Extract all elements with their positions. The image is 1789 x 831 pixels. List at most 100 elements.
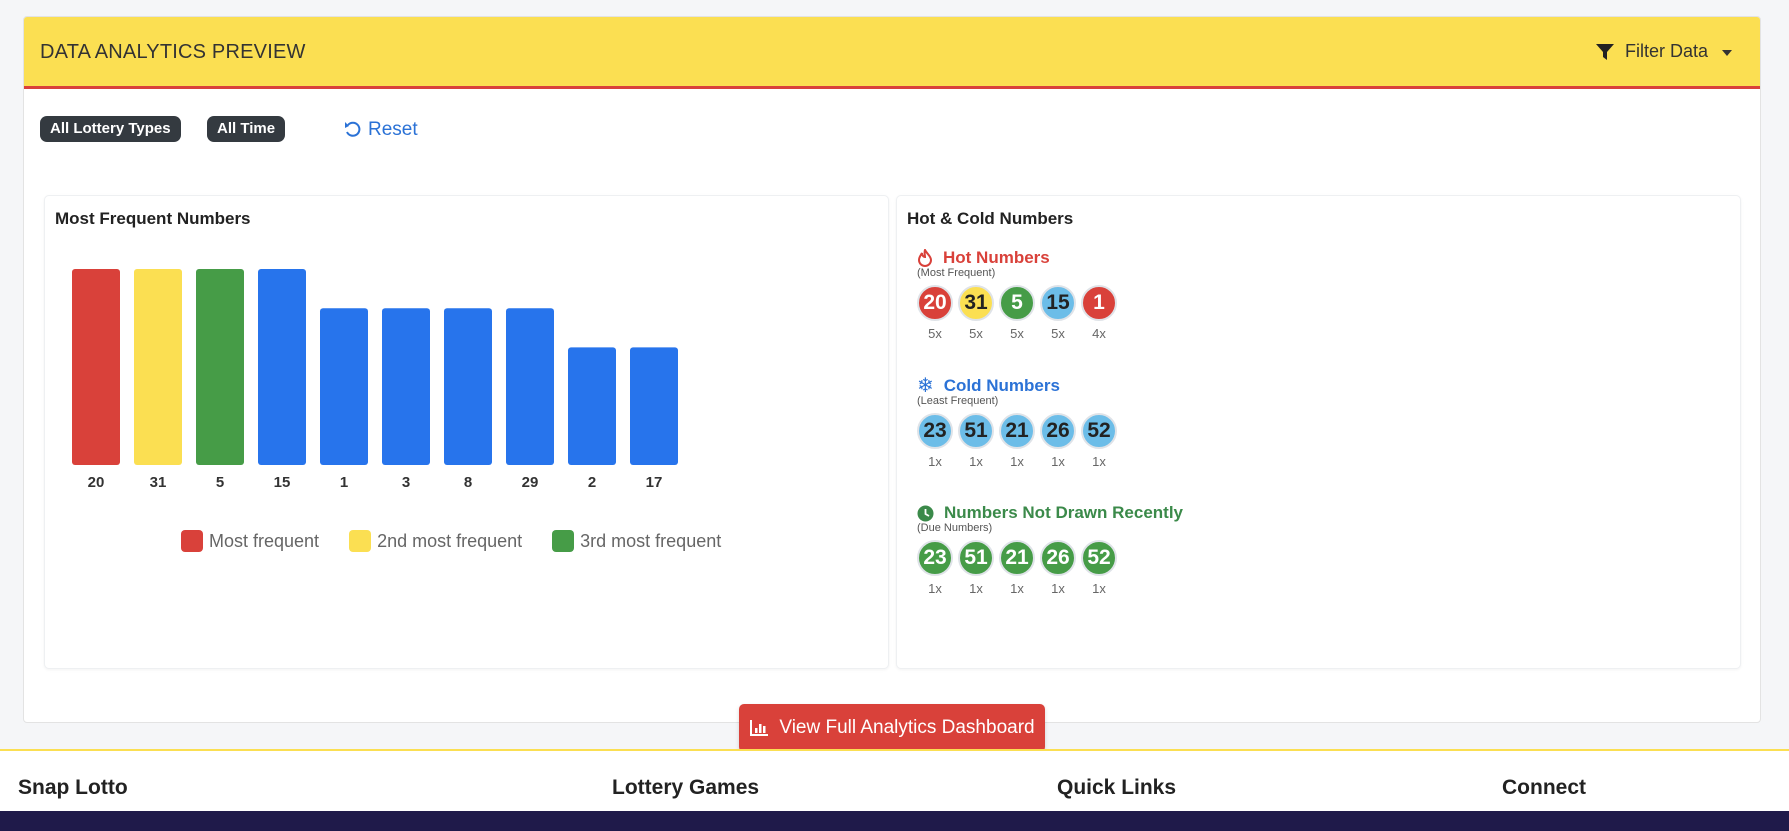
hot-ball-item: 1 4x [1081, 285, 1117, 341]
hot-ball-count: 5x [1051, 326, 1065, 341]
reset-label: Reset [368, 119, 418, 140]
card-header: DATA ANALYTICS PREVIEW Filter Data [24, 17, 1760, 89]
hot-cold-title: Hot & Cold Numbers [907, 209, 1074, 228]
due-ball-count: 1x [1051, 581, 1065, 596]
cold-ball-count: 1x [1010, 454, 1024, 469]
hot-number-ball: 31 [958, 285, 994, 321]
due-ball-item: 21 1x [999, 540, 1035, 596]
due-ball-item: 26 1x [1040, 540, 1076, 596]
legend-swatch-second [349, 530, 372, 552]
hot-ball-item: 5 5x [999, 285, 1035, 341]
hot-numbers-heading: Hot Numbers [917, 248, 1117, 268]
cold-numbers-title: Cold Numbers [943, 376, 1060, 395]
cold-numbers-subtitle: (Least Frequent) [917, 395, 999, 407]
due-number-balls: 23 1x 51 1x 21 1x 26 1x 52 1x [917, 540, 1183, 596]
bar-label-1: 1 [340, 474, 348, 491]
bar-17 [630, 347, 678, 465]
footer-heading-connect: Connect [1502, 776, 1586, 799]
cold-ball-count: 1x [928, 454, 942, 469]
filter-data-label: Filter Data [1624, 41, 1708, 61]
legend-swatch-third [552, 530, 575, 552]
due-number-ball: 52 [1081, 540, 1117, 576]
due-ball-item: 52 1x [1081, 540, 1117, 596]
due-ball-count: 1x [969, 581, 983, 596]
snowflake-icon: ❄ [917, 375, 934, 397]
bar-label-2: 2 [588, 474, 596, 491]
view-full-dashboard-label: View Full Analytics Dashboard [779, 717, 1035, 738]
bar-label-15: 15 [274, 474, 291, 491]
hot-numbers-title: Hot Numbers [943, 248, 1050, 267]
legend-swatch-most [181, 530, 203, 552]
legend-item-third: 3rd most frequent [552, 530, 721, 552]
bar-2 [568, 347, 616, 465]
bar-15 [258, 269, 306, 465]
bar-label-17: 17 [646, 474, 663, 491]
cold-ball-count: 1x [969, 454, 983, 469]
legend-item-second: 2nd most frequent [349, 530, 522, 552]
caret-down-icon [1722, 49, 1732, 56]
bar-label-8: 8 [464, 474, 472, 491]
reset-link[interactable]: Reset [344, 119, 418, 141]
badge-lottery-type: All Lottery Types [40, 116, 181, 142]
cold-number-ball: 51 [958, 413, 994, 449]
hot-number-balls: 20 5x 31 5x 5 5x 15 5x 1 4x [917, 285, 1117, 341]
legend-label-most: Most frequent [209, 530, 320, 551]
analytics-preview-card: DATA ANALYTICS PREVIEW Filter Data All L… [23, 16, 1761, 723]
page-title: DATA ANALYTICS PREVIEW [40, 41, 306, 63]
hot-numbers-subtitle: (Most Frequent) [917, 267, 996, 279]
bar-3 [382, 308, 430, 465]
due-numbers-title: Numbers Not Drawn Recently [944, 503, 1183, 522]
cold-ball-item: 23 1x [917, 413, 953, 469]
cold-ball-item: 52 1x [1081, 413, 1117, 469]
due-number-ball: 51 [958, 540, 994, 576]
due-ball-count: 1x [928, 581, 942, 596]
due-number-ball: 21 [999, 540, 1035, 576]
hot-ball-item: 31 5x [958, 285, 994, 341]
footer-taskbar-strip [0, 811, 1789, 831]
bar-20 [72, 269, 120, 465]
footer-heading-snap-lotto: Snap Lotto [18, 776, 128, 799]
bar-31 [134, 269, 182, 465]
chart-legend: Most frequent 2nd most frequent 3rd most… [181, 530, 721, 552]
clock-icon [917, 505, 934, 521]
cold-ball-item: 26 1x [1040, 413, 1076, 469]
legend-label-second: 2nd most frequent [377, 530, 523, 551]
hot-ball-item: 15 5x [1040, 285, 1076, 341]
due-number-ball: 23 [917, 540, 953, 576]
due-numbers-heading: Numbers Not Drawn Recently [917, 503, 1183, 523]
hot-cold-panel: Hot & Cold Numbers Hot Numbers (Most Fre… [896, 195, 1741, 669]
bar-8 [444, 308, 492, 465]
hot-ball-count: 5x [969, 326, 983, 341]
cold-numbers-section: ❄ Cold Numbers (Least Frequent) 23 1x 51 1x… [917, 376, 1117, 469]
hot-ball-count: 4x [1092, 326, 1106, 341]
bar-label-20: 20 [88, 474, 105, 491]
hot-number-ball: 20 [917, 285, 953, 321]
due-ball-count: 1x [1010, 581, 1024, 596]
cold-number-ball: 26 [1040, 413, 1076, 449]
cold-number-balls: 23 1x 51 1x 21 1x 26 1x 52 1x [917, 413, 1117, 469]
bar-label-3: 3 [402, 474, 410, 491]
hot-numbers-section: Hot Numbers (Most Frequent) 20 5x 31 5x 5 5x 1… [917, 248, 1117, 341]
due-ball-item: 51 1x [958, 540, 994, 596]
view-full-dashboard-button[interactable]: View Full Analytics Dashboard [739, 704, 1045, 752]
chart-icon [750, 720, 769, 736]
bar-label-29: 29 [522, 474, 539, 491]
bar-29 [506, 308, 554, 465]
cold-numbers-heading: ❄ Cold Numbers [917, 376, 1117, 396]
hot-number-ball: 15 [1040, 285, 1076, 321]
cold-ball-item: 51 1x [958, 413, 994, 469]
hot-number-ball: 1 [1081, 285, 1117, 321]
footer-heading-quick-links: Quick Links [1057, 776, 1177, 799]
due-ball-count: 1x [1092, 581, 1106, 596]
cold-ball-count: 1x [1092, 454, 1106, 469]
bar-label-31: 31 [150, 474, 167, 491]
undo-icon [345, 121, 361, 137]
cold-ball-item: 21 1x [999, 413, 1035, 469]
due-number-ball: 26 [1040, 540, 1076, 576]
badge-time-range: All Time [207, 116, 286, 142]
filter-data-dropdown[interactable]: Filter Data [1595, 41, 1732, 62]
frequency-bar-chart: 20 31 5 15 1 3 8 29 2 17 [72, 269, 678, 491]
legend-item-most: Most frequent [181, 530, 319, 552]
bar-5 [196, 269, 244, 465]
most-frequent-panel: Most Frequent Numbers 20 31 5 15 1 3 8 29 2 17 Mo… [44, 195, 889, 669]
